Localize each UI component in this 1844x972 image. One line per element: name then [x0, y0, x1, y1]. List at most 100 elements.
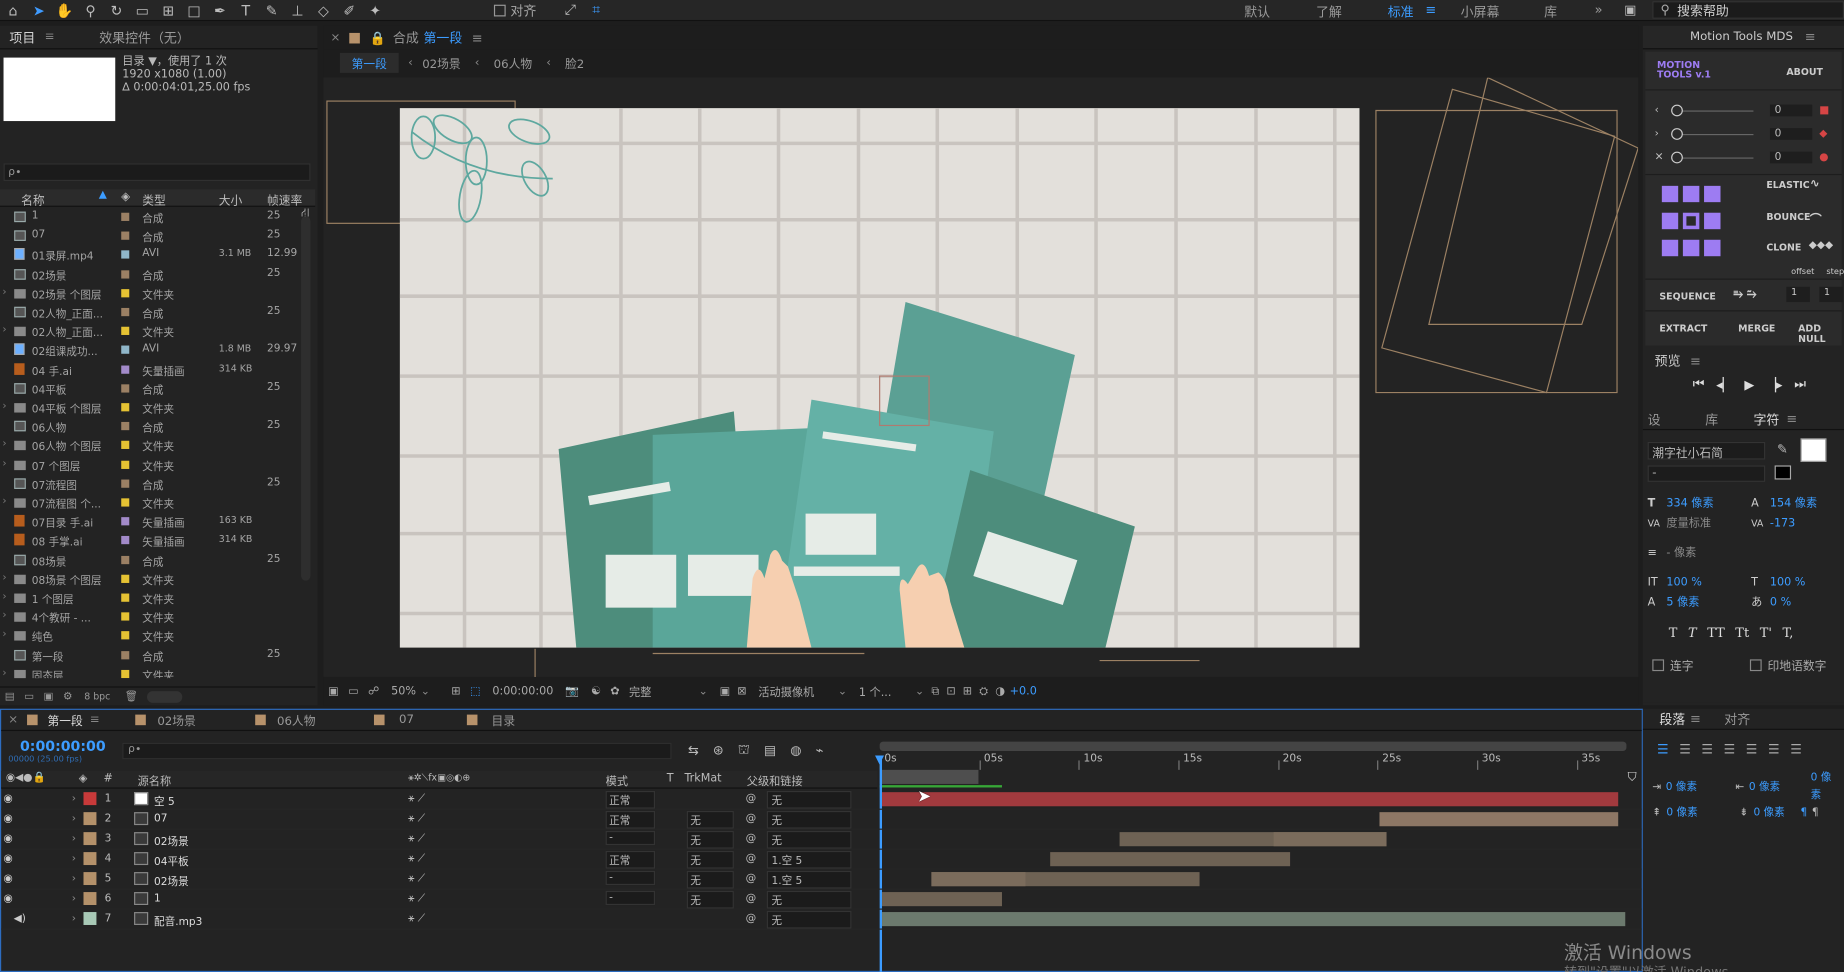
timeline-search-input[interactable]: ρ∙: [122, 742, 672, 760]
twirl-arrow-icon[interactable]: ›: [72, 913, 76, 925]
new-folder-icon[interactable]: ▭: [24, 691, 34, 703]
sort-ascending-icon[interactable]: ▲: [99, 189, 107, 201]
label-color-swatch[interactable]: [121, 439, 130, 453]
pick-whip-icon[interactable]: @: [746, 853, 757, 865]
camera-dropdown[interactable]: 活动摄像机: [758, 683, 814, 699]
prev-frame-icon[interactable]: ◂▏: [1716, 377, 1732, 392]
tab-effect-controls[interactable]: 效果控件（无）: [90, 28, 199, 47]
shy-icon[interactable]: ⛫: [738, 742, 750, 760]
vertical-scale-field[interactable]: 100 %: [1666, 572, 1751, 592]
flowchart-icon[interactable]: ⚙: [63, 691, 73, 703]
layer-name[interactable]: 02场景: [154, 873, 189, 889]
project-item[interactable]: › 08场景 个图层 文件夹: [0, 570, 315, 589]
layer-switches[interactable]: ⚹ ⟋: [408, 793, 425, 805]
layer-switches[interactable]: ⚹ ⟋: [408, 893, 425, 905]
pick-whip-icon[interactable]: @: [746, 913, 757, 925]
merge-button[interactable]: MERGE: [1738, 323, 1775, 334]
label-col-icon[interactable]: ◈: [79, 772, 88, 785]
draft-3d-icon[interactable]: ⊛: [713, 743, 724, 758]
show-snapshot-icon[interactable]: ☯: [591, 685, 601, 698]
elastic-button[interactable]: ELASTIC: [1766, 180, 1809, 191]
visibility-eye-icon[interactable]: ◉: [4, 853, 13, 865]
zoom-tool-icon[interactable]: ⚲: [78, 0, 104, 21]
project-item[interactable]: 第一段 合成 25: [0, 646, 315, 665]
play-icon[interactable]: ▶: [1744, 377, 1754, 392]
layer-label-color[interactable]: [83, 792, 97, 806]
project-item[interactable]: 02组课成功... AVI 1.8 MB 29.97: [0, 341, 315, 360]
workspace-small-screen[interactable]: 小屏幕: [1461, 2, 1500, 21]
resolution-dropdown[interactable]: 完整: [629, 683, 651, 699]
blend-mode-dropdown[interactable]: 正常: [605, 810, 656, 829]
camera-tool-icon[interactable]: ▭: [129, 0, 155, 21]
layer-row[interactable]: ◉ › 6 1 ⚹ ⟋ - 无 @ 无: [1, 890, 1642, 910]
anchor-grid[interactable]: [1661, 185, 1721, 259]
project-search-input[interactable]: ρ∙: [3, 163, 311, 182]
workspace-library[interactable]: 库: [1544, 2, 1557, 21]
last-frame-icon[interactable]: ⏭: [1794, 376, 1806, 392]
project-item[interactable]: › 07流程图 个... 文件夹: [0, 494, 315, 513]
snap-option-icon[interactable]: ⤢: [557, 0, 583, 21]
layer-duration-bar[interactable]: [931, 872, 1026, 887]
current-time-field[interactable]: 0:00:00:00: [492, 685, 553, 698]
project-item[interactable]: › 06人物 个图层 文件夹: [0, 437, 315, 456]
workspace-learn[interactable]: 了解: [1316, 2, 1342, 21]
label-color-swatch[interactable]: [121, 667, 130, 678]
kerning-field[interactable]: 度量标准: [1666, 514, 1751, 534]
label-color-swatch[interactable]: [121, 287, 130, 301]
brush-tool-icon[interactable]: ✎: [259, 0, 285, 21]
trkmat-dropdown[interactable]: 无: [686, 890, 734, 909]
tab-paragraph[interactable]: 段落: [1659, 709, 1685, 728]
puppet-pin-icon[interactable]: ✦: [362, 0, 388, 21]
workspace-menu-icon[interactable]: ≡: [1425, 2, 1436, 17]
project-item[interactable]: 07流程图 合成 25: [0, 475, 315, 494]
close-tab-icon[interactable]: ×: [8, 713, 18, 726]
pick-whip-icon[interactable]: @: [746, 793, 757, 805]
home-icon[interactable]: ⌂: [0, 0, 26, 21]
project-item[interactable]: › 07 个图层 文件夹: [0, 456, 315, 475]
timeline-tab-3[interactable]: 07: [399, 713, 414, 726]
extract-button[interactable]: EXTRACT: [1659, 323, 1707, 334]
label-color-swatch[interactable]: [121, 382, 130, 396]
pick-whip-icon[interactable]: @: [746, 813, 757, 825]
layer-label-color[interactable]: [83, 832, 97, 846]
layer-duration-bar[interactable]: [1379, 812, 1619, 827]
layer-row[interactable]: ◉ › 4 04平板 ⚹ ⟋ 正常 无 @1.空 5: [1, 850, 1642, 870]
pick-whip-icon[interactable]: @: [746, 873, 757, 885]
add-null-button[interactable]: ADD NULL: [1798, 323, 1842, 344]
expand-arrow-icon[interactable]: ›: [2, 610, 6, 622]
expand-arrow-icon[interactable]: ›: [2, 458, 6, 470]
trkmat-dropdown[interactable]: 无: [686, 810, 734, 829]
layer-duration-bar[interactable]: [882, 892, 1002, 907]
comp-panel-menu-icon[interactable]: ≡: [472, 30, 483, 45]
baseline-shift-field[interactable]: 5 像素: [1666, 592, 1751, 612]
label-color-swatch[interactable]: [121, 344, 130, 358]
pick-whip-icon[interactable]: @: [746, 833, 757, 845]
twirl-arrow-icon[interactable]: ›: [72, 893, 76, 905]
visibility-eye-icon[interactable]: ◉: [4, 893, 13, 905]
label-color-swatch[interactable]: [121, 458, 130, 472]
align-left-icon[interactable]: ☰: [1657, 742, 1669, 757]
about-button[interactable]: ABOUT: [1786, 67, 1823, 78]
column-size[interactable]: 大小: [219, 190, 243, 208]
lock-icon[interactable]: 🔒: [370, 30, 386, 45]
layer-name[interactable]: 空 5: [154, 793, 175, 809]
layer-name[interactable]: 04平板: [154, 853, 189, 869]
ltr-icon[interactable]: ¶: [1800, 805, 1807, 823]
snap-toggle[interactable]: 对齐: [493, 1, 536, 20]
layer-switches[interactable]: ⚹ ⟋: [408, 813, 425, 825]
bit-depth-toggle[interactable]: 8 bpc: [84, 691, 110, 702]
layer-row[interactable]: ◉ › 5 02场景 ⚹ ⟋ - 无 @1.空 5: [1, 870, 1642, 890]
layer-switches[interactable]: ⚹ ⟋: [408, 853, 425, 865]
faux-bold-button[interactable]: T: [1669, 625, 1678, 640]
pick-whip-icon[interactable]: @: [746, 893, 757, 905]
column-fps[interactable]: 帧速率: [267, 190, 302, 208]
layer-switches-header[interactable]: ⚹✲⟍fx▣◎◐⊕: [408, 772, 470, 784]
col-mode[interactable]: 模式: [606, 772, 628, 789]
label-column-icon[interactable]: ◈: [121, 190, 130, 203]
motion-tools-tab[interactable]: Motion Tools MDS: [1690, 31, 1793, 44]
time-ruler[interactable]: 0s05s10s15s20s25s30s35s ▼: [875, 741, 1627, 789]
project-item[interactable]: › 02人物_正面... 文件夹: [0, 322, 315, 341]
project-item[interactable]: 07 合成 25: [0, 227, 315, 246]
layer-label-color[interactable]: [83, 812, 97, 826]
parent-dropdown[interactable]: 无: [766, 830, 852, 849]
